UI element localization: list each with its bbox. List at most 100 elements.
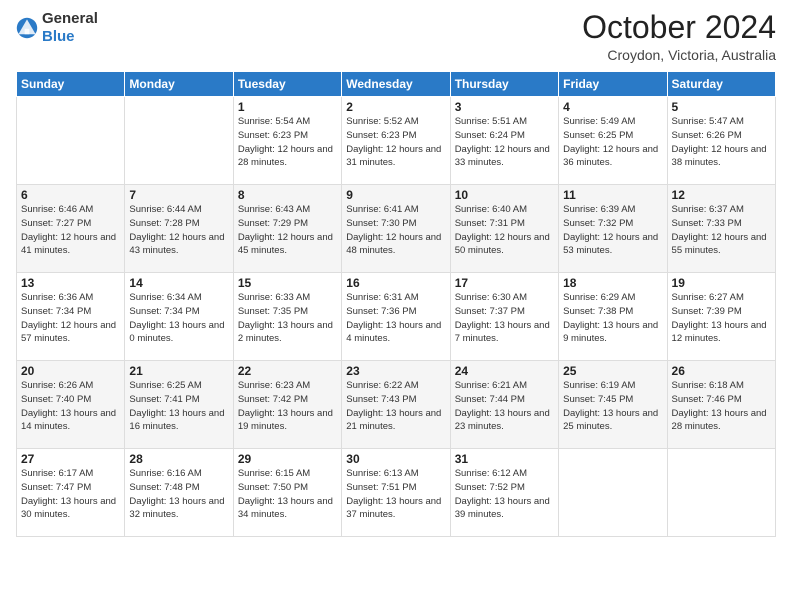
day-number: 25 <box>563 364 662 378</box>
day-detail: Sunrise: 6:19 AM Sunset: 7:45 PM Dayligh… <box>563 379 662 434</box>
day-number: 1 <box>238 100 337 114</box>
day-detail: Sunrise: 6:37 AM Sunset: 7:33 PM Dayligh… <box>672 203 771 258</box>
logo-general: General <box>42 10 98 27</box>
day-detail: Sunrise: 5:49 AM Sunset: 6:25 PM Dayligh… <box>563 115 662 170</box>
day-number: 12 <box>672 188 771 202</box>
calendar-cell: 19Sunrise: 6:27 AM Sunset: 7:39 PM Dayli… <box>667 273 775 361</box>
day-detail: Sunrise: 6:29 AM Sunset: 7:38 PM Dayligh… <box>563 291 662 346</box>
day-number: 9 <box>346 188 445 202</box>
weekday-header-row: Sunday Monday Tuesday Wednesday Thursday… <box>17 72 776 97</box>
calendar-week-4: 20Sunrise: 6:26 AM Sunset: 7:40 PM Dayli… <box>17 361 776 449</box>
calendar-cell <box>559 449 667 537</box>
day-number: 29 <box>238 452 337 466</box>
day-detail: Sunrise: 6:46 AM Sunset: 7:27 PM Dayligh… <box>21 203 120 258</box>
day-detail: Sunrise: 6:25 AM Sunset: 7:41 PM Dayligh… <box>129 379 228 434</box>
day-number: 18 <box>563 276 662 290</box>
day-number: 14 <box>129 276 228 290</box>
calendar-cell: 23Sunrise: 6:22 AM Sunset: 7:43 PM Dayli… <box>342 361 450 449</box>
calendar-cell: 28Sunrise: 6:16 AM Sunset: 7:48 PM Dayli… <box>125 449 233 537</box>
day-number: 10 <box>455 188 554 202</box>
location: Croydon, Victoria, Australia <box>582 47 776 63</box>
page: General Blue October 2024 Croydon, Victo… <box>0 0 792 612</box>
calendar-cell: 7Sunrise: 6:44 AM Sunset: 7:28 PM Daylig… <box>125 185 233 273</box>
day-number: 2 <box>346 100 445 114</box>
day-number: 3 <box>455 100 554 114</box>
day-detail: Sunrise: 6:40 AM Sunset: 7:31 PM Dayligh… <box>455 203 554 258</box>
day-number: 26 <box>672 364 771 378</box>
header-monday: Monday <box>125 72 233 97</box>
day-number: 23 <box>346 364 445 378</box>
day-number: 15 <box>238 276 337 290</box>
calendar-cell: 17Sunrise: 6:30 AM Sunset: 7:37 PM Dayli… <box>450 273 558 361</box>
logo-icon <box>16 17 38 39</box>
calendar-cell: 18Sunrise: 6:29 AM Sunset: 7:38 PM Dayli… <box>559 273 667 361</box>
day-number: 31 <box>455 452 554 466</box>
day-number: 27 <box>21 452 120 466</box>
day-detail: Sunrise: 6:41 AM Sunset: 7:30 PM Dayligh… <box>346 203 445 258</box>
calendar-cell: 3Sunrise: 5:51 AM Sunset: 6:24 PM Daylig… <box>450 97 558 185</box>
calendar-cell: 13Sunrise: 6:36 AM Sunset: 7:34 PM Dayli… <box>17 273 125 361</box>
day-detail: Sunrise: 6:43 AM Sunset: 7:29 PM Dayligh… <box>238 203 337 258</box>
day-detail: Sunrise: 6:31 AM Sunset: 7:36 PM Dayligh… <box>346 291 445 346</box>
day-number: 19 <box>672 276 771 290</box>
calendar-cell: 25Sunrise: 6:19 AM Sunset: 7:45 PM Dayli… <box>559 361 667 449</box>
month-title: October 2024 <box>582 10 776 45</box>
day-detail: Sunrise: 5:52 AM Sunset: 6:23 PM Dayligh… <box>346 115 445 170</box>
day-detail: Sunrise: 6:26 AM Sunset: 7:40 PM Dayligh… <box>21 379 120 434</box>
header: General Blue October 2024 Croydon, Victo… <box>16 10 776 63</box>
day-detail: Sunrise: 5:54 AM Sunset: 6:23 PM Dayligh… <box>238 115 337 170</box>
day-number: 4 <box>563 100 662 114</box>
calendar-cell: 26Sunrise: 6:18 AM Sunset: 7:46 PM Dayli… <box>667 361 775 449</box>
day-detail: Sunrise: 6:17 AM Sunset: 7:47 PM Dayligh… <box>21 467 120 522</box>
calendar-cell: 29Sunrise: 6:15 AM Sunset: 7:50 PM Dayli… <box>233 449 341 537</box>
calendar-cell: 11Sunrise: 6:39 AM Sunset: 7:32 PM Dayli… <box>559 185 667 273</box>
calendar-cell: 16Sunrise: 6:31 AM Sunset: 7:36 PM Dayli… <box>342 273 450 361</box>
calendar-week-1: 1Sunrise: 5:54 AM Sunset: 6:23 PM Daylig… <box>17 97 776 185</box>
calendar-cell: 14Sunrise: 6:34 AM Sunset: 7:34 PM Dayli… <box>125 273 233 361</box>
day-number: 8 <box>238 188 337 202</box>
day-detail: Sunrise: 6:39 AM Sunset: 7:32 PM Dayligh… <box>563 203 662 258</box>
calendar-cell <box>667 449 775 537</box>
logo-text: General Blue <box>42 10 98 46</box>
calendar-week-3: 13Sunrise: 6:36 AM Sunset: 7:34 PM Dayli… <box>17 273 776 361</box>
day-detail: Sunrise: 6:16 AM Sunset: 7:48 PM Dayligh… <box>129 467 228 522</box>
calendar-cell: 22Sunrise: 6:23 AM Sunset: 7:42 PM Dayli… <box>233 361 341 449</box>
calendar: Sunday Monday Tuesday Wednesday Thursday… <box>16 71 776 537</box>
calendar-week-5: 27Sunrise: 6:17 AM Sunset: 7:47 PM Dayli… <box>17 449 776 537</box>
day-detail: Sunrise: 6:13 AM Sunset: 7:51 PM Dayligh… <box>346 467 445 522</box>
day-detail: Sunrise: 6:12 AM Sunset: 7:52 PM Dayligh… <box>455 467 554 522</box>
day-detail: Sunrise: 5:47 AM Sunset: 6:26 PM Dayligh… <box>672 115 771 170</box>
calendar-cell: 24Sunrise: 6:21 AM Sunset: 7:44 PM Dayli… <box>450 361 558 449</box>
day-number: 5 <box>672 100 771 114</box>
day-number: 24 <box>455 364 554 378</box>
calendar-cell: 27Sunrise: 6:17 AM Sunset: 7:47 PM Dayli… <box>17 449 125 537</box>
header-tuesday: Tuesday <box>233 72 341 97</box>
calendar-cell <box>125 97 233 185</box>
logo: General Blue <box>16 10 98 46</box>
day-number: 30 <box>346 452 445 466</box>
day-detail: Sunrise: 6:33 AM Sunset: 7:35 PM Dayligh… <box>238 291 337 346</box>
calendar-cell: 20Sunrise: 6:26 AM Sunset: 7:40 PM Dayli… <box>17 361 125 449</box>
day-detail: Sunrise: 6:30 AM Sunset: 7:37 PM Dayligh… <box>455 291 554 346</box>
calendar-cell <box>17 97 125 185</box>
day-detail: Sunrise: 6:44 AM Sunset: 7:28 PM Dayligh… <box>129 203 228 258</box>
day-detail: Sunrise: 6:15 AM Sunset: 7:50 PM Dayligh… <box>238 467 337 522</box>
header-friday: Friday <box>559 72 667 97</box>
calendar-cell: 10Sunrise: 6:40 AM Sunset: 7:31 PM Dayli… <box>450 185 558 273</box>
day-number: 7 <box>129 188 228 202</box>
day-detail: Sunrise: 6:18 AM Sunset: 7:46 PM Dayligh… <box>672 379 771 434</box>
header-saturday: Saturday <box>667 72 775 97</box>
day-detail: Sunrise: 5:51 AM Sunset: 6:24 PM Dayligh… <box>455 115 554 170</box>
calendar-cell: 9Sunrise: 6:41 AM Sunset: 7:30 PM Daylig… <box>342 185 450 273</box>
calendar-cell: 8Sunrise: 6:43 AM Sunset: 7:29 PM Daylig… <box>233 185 341 273</box>
day-number: 13 <box>21 276 120 290</box>
calendar-cell: 31Sunrise: 6:12 AM Sunset: 7:52 PM Dayli… <box>450 449 558 537</box>
header-thursday: Thursday <box>450 72 558 97</box>
day-number: 21 <box>129 364 228 378</box>
header-wednesday: Wednesday <box>342 72 450 97</box>
calendar-cell: 30Sunrise: 6:13 AM Sunset: 7:51 PM Dayli… <box>342 449 450 537</box>
calendar-cell: 12Sunrise: 6:37 AM Sunset: 7:33 PM Dayli… <box>667 185 775 273</box>
day-detail: Sunrise: 6:22 AM Sunset: 7:43 PM Dayligh… <box>346 379 445 434</box>
day-detail: Sunrise: 6:23 AM Sunset: 7:42 PM Dayligh… <box>238 379 337 434</box>
day-detail: Sunrise: 6:34 AM Sunset: 7:34 PM Dayligh… <box>129 291 228 346</box>
